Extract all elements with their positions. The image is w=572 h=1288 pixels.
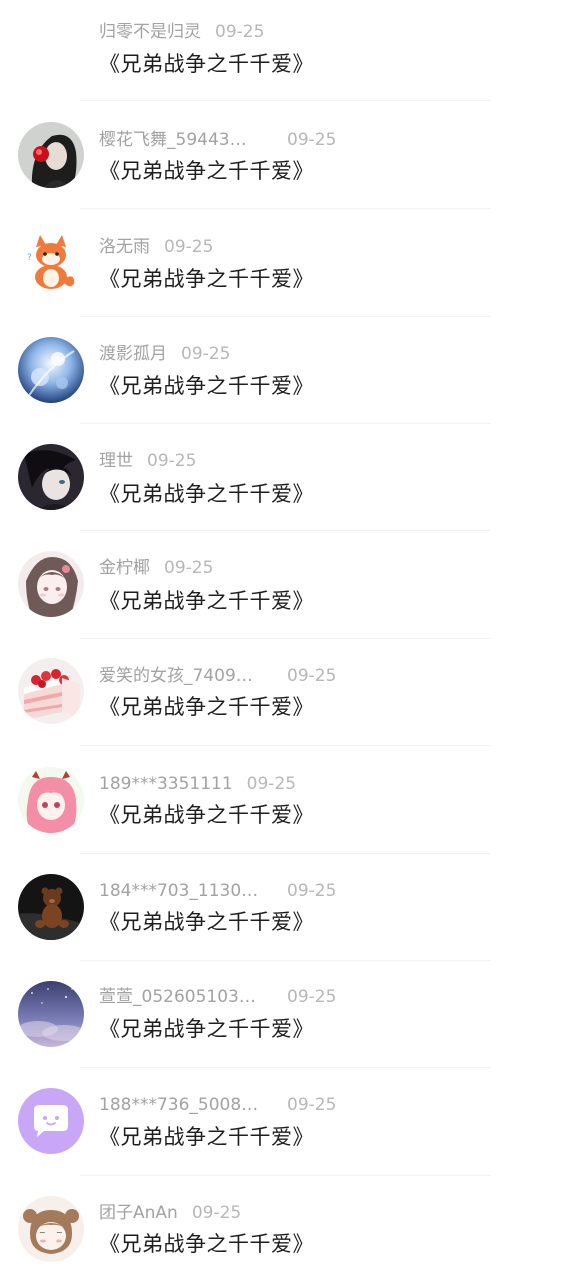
comment-date: 09-25 [287, 881, 337, 901]
divider [80, 1067, 490, 1068]
comment-item[interactable]: 萱萱_052605103… 09-25 《兄弟战争之千千爱》 [0, 966, 572, 1073]
svg-text:~: ~ [56, 1228, 63, 1237]
comment-username[interactable]: 洛无雨 [99, 236, 150, 258]
comment-date: 09-25 [287, 987, 337, 1007]
divider [80, 530, 490, 531]
comment-text: 《兄弟战争之千千爱》 [99, 589, 314, 613]
comment-meta: 萱萱_052605103… 09-25 [99, 986, 539, 1008]
comment-username[interactable]: 樱花飞舞_59443… [99, 129, 265, 151]
comment-text: 《兄弟战争之千千爱》 [99, 482, 314, 506]
pink-hair-girl-icon[interactable] [18, 767, 84, 833]
strawberry-cake-icon[interactable] [18, 658, 84, 724]
comment-item[interactable]: ? 洛无雨 09-25 《兄弟战争之千千爱》 [0, 215, 572, 322]
comment-date: 09-25 [191, 1203, 242, 1223]
comment-username[interactable]: 188***736_5008… [99, 1094, 265, 1116]
comment-item[interactable]: 184***703_1130… 09-25 《兄弟战争之千千爱》 [0, 859, 572, 966]
divider [80, 960, 490, 961]
comment-item[interactable]: ~ ~ 团子AnAn 09-25 《兄弟战争之千千爱》 [0, 1181, 572, 1288]
comment-date: 09-25 [287, 1095, 337, 1115]
divider [80, 745, 490, 746]
divider [80, 316, 490, 317]
divider [80, 1175, 490, 1176]
comment-date: 09-25 [181, 344, 231, 364]
comment-date: 09-25 [246, 774, 297, 794]
comment-date: 09-25 [215, 22, 265, 42]
comment-username[interactable]: 金柠椰 [99, 557, 150, 579]
comment-date: 09-25 [287, 666, 337, 686]
divider [80, 100, 490, 101]
comment-meta: 归零不是归灵 09-25 [99, 21, 539, 43]
comment-date: 09-25 [164, 558, 214, 578]
comment-meta: 团子AnAn 09-25 [99, 1202, 539, 1224]
comment-text: 《兄弟战争之千千爱》 [99, 1125, 314, 1149]
comment-username[interactable]: 189***3351111 [99, 773, 233, 795]
comment-username[interactable]: 渡影孤月 [99, 343, 167, 365]
comment-text: 《兄弟战争之千千爱》 [99, 695, 314, 719]
blue-flower-icon[interactable] [18, 337, 84, 403]
divider [80, 208, 490, 209]
anime-girl-icon[interactable] [18, 551, 84, 617]
comment-username[interactable]: 理世 [99, 450, 133, 472]
comment-item[interactable]: 188***736_5008… 09-25 《兄弟战争之千千爱》 [0, 1074, 572, 1181]
comment-item[interactable]: 金柠椰 09-25 《兄弟战争之千千爱》 [0, 537, 572, 644]
teddy-bear-icon[interactable] [18, 874, 84, 940]
night-sky-icon[interactable] [18, 981, 84, 1047]
comment-text: 《兄弟战争之千千爱》 [99, 910, 314, 934]
comment-list: 归零不是归灵 09-25 《兄弟战争之千千爱》 樱花飞舞_59443… 09-25 … [0, 0, 572, 1280]
comment-meta: 樱花飞舞_59443… 09-25 [99, 129, 539, 151]
comment-item[interactable]: 理世 09-25 《兄弟战争之千千爱》 [0, 429, 572, 536]
divider [80, 423, 490, 424]
comment-meta: 爱笑的女孩_7409… 09-25 [99, 665, 539, 687]
svg-text:~: ~ [39, 1228, 46, 1237]
comment-text: 《兄弟战争之千千爱》 [99, 52, 314, 76]
comment-text: 《兄弟战争之千千爱》 [99, 803, 314, 827]
comment-text: 《兄弟战争之千千爱》 [99, 159, 314, 183]
comment-text: 《兄弟战争之千千爱》 [99, 374, 314, 398]
comment-username[interactable]: 归零不是归灵 [99, 21, 201, 43]
svg-text:?: ? [27, 253, 32, 263]
divider [80, 638, 490, 639]
comment-date: 09-25 [164, 237, 214, 257]
comment-username[interactable]: 爱笑的女孩_7409… [99, 665, 265, 687]
comment-meta: 189***3351111 09-25 [99, 773, 539, 795]
comment-meta: 理世 09-25 [99, 450, 539, 472]
comment-meta: 184***703_1130… 09-25 [99, 880, 539, 902]
comment-text: 《兄弟战争之千千爱》 [99, 1232, 314, 1256]
comment-item[interactable]: 樱花飞舞_59443… 09-25 《兄弟战争之千千爱》 [0, 107, 572, 214]
comment-meta: 渡影孤月 09-25 [99, 343, 539, 365]
comment-meta: 洛无雨 09-25 [99, 236, 539, 258]
comment-item[interactable]: 爱笑的女孩_7409… 09-25 《兄弟战争之千千爱》 [0, 644, 572, 751]
comment-username[interactable]: 团子AnAn [99, 1202, 178, 1224]
divider [80, 853, 490, 854]
comment-meta: 188***736_5008… 09-25 [99, 1094, 539, 1116]
comment-item[interactable]: 归零不是归灵 09-25 《兄弟战争之千千爱》 [0, 0, 572, 107]
comment-text: 《兄弟战争之千千爱》 [99, 1017, 314, 1041]
comment-username[interactable]: 184***703_1130… [99, 880, 265, 902]
comment-date: 09-25 [147, 451, 197, 471]
woman-headphones-icon[interactable] [18, 122, 84, 188]
chibi-girl-icon[interactable]: ~ ~ [18, 1196, 84, 1262]
comment-item[interactable]: 渡影孤月 09-25 《兄弟战争之千千爱》 [0, 322, 572, 429]
fox-cartoon-icon[interactable]: ? [18, 227, 84, 293]
comment-text: 《兄弟战争之千千爱》 [99, 267, 314, 291]
comment-date: 09-25 [287, 130, 337, 150]
default-chat-bubble-icon[interactable] [18, 1088, 84, 1154]
comment-meta: 金柠椰 09-25 [99, 557, 539, 579]
anime-boy-icon[interactable] [18, 444, 84, 510]
comment-item[interactable]: 189***3351111 09-25 《兄弟战争之千千爱》 [0, 752, 572, 859]
comment-username[interactable]: 萱萱_052605103… [99, 986, 265, 1008]
